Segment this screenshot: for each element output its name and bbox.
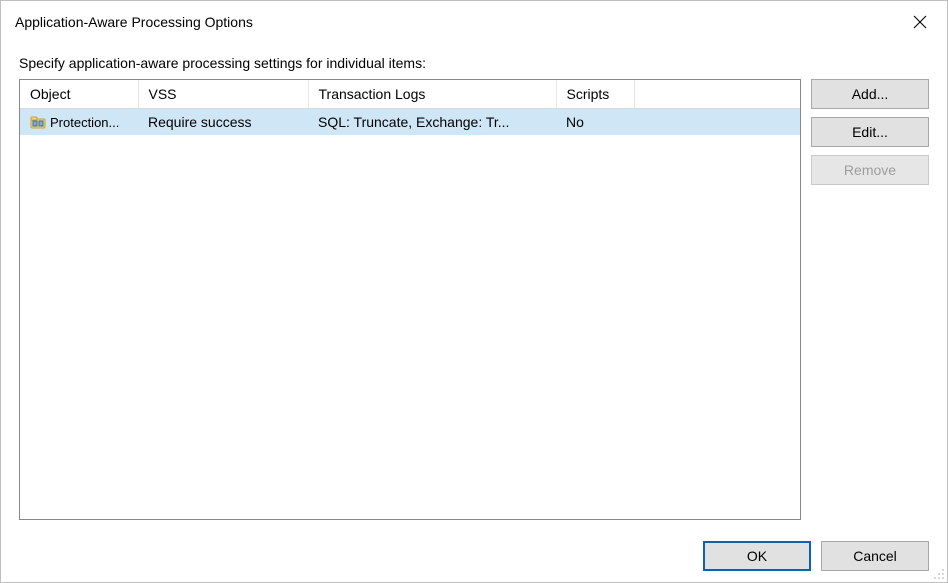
side-buttons: Add... Edit... Remove: [811, 79, 929, 520]
table-row[interactable]: [20, 280, 800, 309]
cell-object[interactable]: Protection...: [20, 109, 138, 136]
add-button[interactable]: Add...: [811, 79, 929, 109]
table-row[interactable]: [20, 251, 800, 280]
cell-scripts[interactable]: No: [556, 109, 634, 136]
close-icon: [913, 15, 927, 29]
col-spacer: [634, 80, 800, 109]
cell-txlogs[interactable]: SQL: Truncate, Exchange: Tr...: [308, 109, 556, 136]
col-vss[interactable]: VSS: [138, 80, 308, 109]
table-row[interactable]: [20, 396, 800, 425]
cancel-button[interactable]: Cancel: [821, 541, 929, 571]
resize-grip-icon[interactable]: [933, 568, 945, 580]
table-row[interactable]: [20, 338, 800, 367]
grid-container[interactable]: Object VSS Transaction Logs Scripts: [19, 79, 801, 520]
col-scripts[interactable]: Scripts: [556, 80, 634, 109]
protection-group-icon: [30, 114, 46, 130]
table-row[interactable]: [20, 164, 800, 193]
table-row[interactable]: Protection... Require success SQL: Trunc…: [20, 109, 800, 136]
ok-button[interactable]: OK: [703, 541, 811, 571]
remove-button: Remove: [811, 155, 929, 185]
instruction-text: Specify application-aware processing set…: [19, 55, 929, 71]
dialog-body: Specify application-aware processing set…: [1, 41, 947, 530]
titlebar: Application-Aware Processing Options: [1, 1, 947, 41]
dialog-footer: OK Cancel: [1, 530, 947, 582]
dialog-window: Application-Aware Processing Options Spe…: [0, 0, 948, 583]
edit-button[interactable]: Edit...: [811, 117, 929, 147]
table-row[interactable]: [20, 193, 800, 222]
cell-vss[interactable]: Require success: [138, 109, 308, 136]
table-row[interactable]: [20, 367, 800, 396]
col-txlogs[interactable]: Transaction Logs: [308, 80, 556, 109]
dialog-title: Application-Aware Processing Options: [15, 14, 897, 30]
settings-grid[interactable]: Object VSS Transaction Logs Scripts: [20, 80, 800, 454]
cell-spacer: [634, 109, 800, 136]
table-row[interactable]: [20, 222, 800, 251]
close-button[interactable]: [897, 6, 943, 38]
table-row[interactable]: [20, 425, 800, 454]
table-row[interactable]: [20, 309, 800, 338]
cell-object-text: Protection...: [50, 115, 119, 130]
grid-body: Protection... Require success SQL: Trunc…: [20, 109, 800, 455]
main-row: Object VSS Transaction Logs Scripts: [19, 79, 929, 520]
table-row[interactable]: [20, 135, 800, 164]
col-object[interactable]: Object: [20, 80, 138, 109]
grid-header-row: Object VSS Transaction Logs Scripts: [20, 80, 800, 109]
